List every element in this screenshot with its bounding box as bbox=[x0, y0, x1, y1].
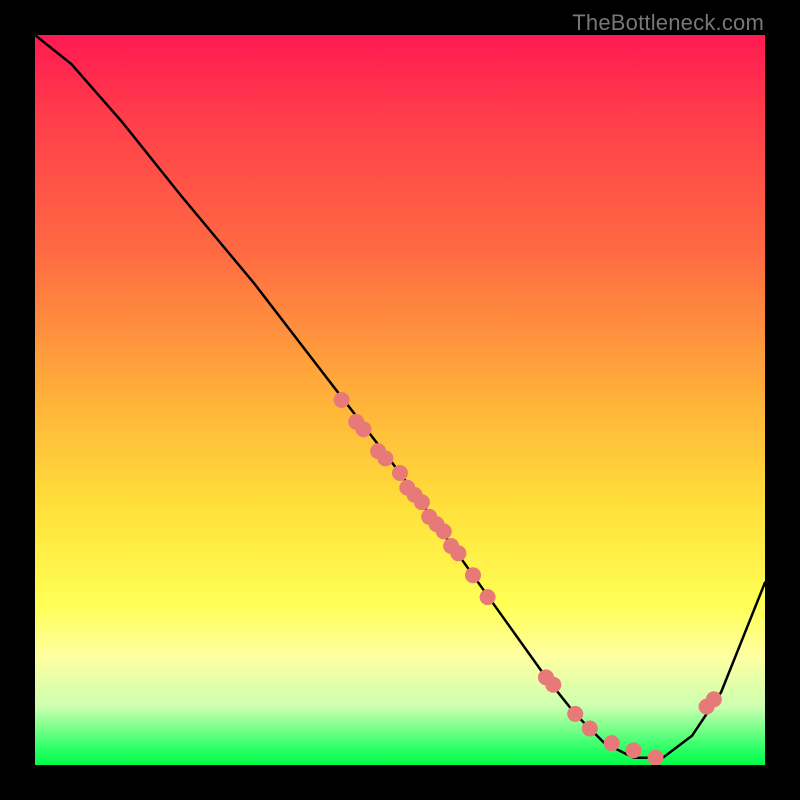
data-marker bbox=[582, 721, 598, 737]
data-marker bbox=[377, 450, 393, 466]
data-marker bbox=[334, 392, 350, 408]
data-marker bbox=[567, 706, 583, 722]
data-marker bbox=[465, 567, 481, 583]
chart-stage: TheBottleneck.com bbox=[0, 0, 800, 800]
data-marker bbox=[706, 691, 722, 707]
data-marker bbox=[392, 465, 408, 481]
data-marker bbox=[356, 421, 372, 437]
curve-markers bbox=[334, 392, 722, 765]
data-marker bbox=[648, 750, 664, 765]
data-marker bbox=[626, 742, 642, 758]
plot-area bbox=[35, 35, 765, 765]
watermark-text: TheBottleneck.com bbox=[572, 10, 764, 36]
data-marker bbox=[414, 494, 430, 510]
curve-layer bbox=[35, 35, 765, 765]
data-marker bbox=[450, 545, 466, 561]
bottleneck-curve bbox=[35, 35, 765, 758]
data-marker bbox=[480, 589, 496, 605]
data-marker bbox=[436, 523, 452, 539]
data-marker bbox=[604, 735, 620, 751]
data-marker bbox=[545, 677, 561, 693]
